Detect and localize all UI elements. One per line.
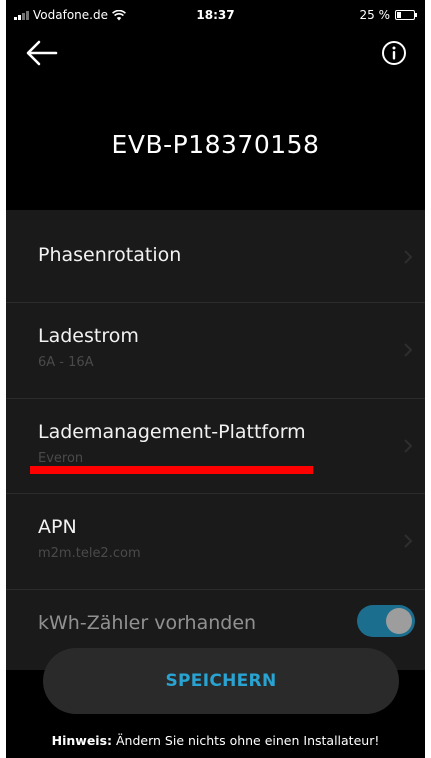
settings-item-phasenrotation[interactable]: Phasenrotation: [6, 210, 425, 303]
chevron-right-icon: [404, 534, 413, 548]
chevron-right-icon: [404, 250, 413, 264]
settings-item-label: Lademanagement-Plattform: [38, 421, 306, 443]
settings-item-ladestrom[interactable]: Ladestrom 6A - 16A: [6, 303, 425, 399]
battery-fill: [397, 12, 401, 18]
settings-item-label: Phasenrotation: [38, 244, 182, 266]
hint-message: Ändern Sie nichts ohne einen Installateu…: [112, 733, 380, 748]
app-screen: Vodafone.de 18:37 25 % EVB-P18370158 Pha…: [6, 0, 425, 758]
battery-percent: 25 %: [359, 8, 391, 22]
save-button[interactable]: SPEICHERN: [43, 648, 399, 714]
toggle-knob: [386, 608, 412, 634]
settings-item-label: APN: [38, 516, 77, 538]
page-title: EVB-P18370158: [111, 130, 320, 159]
settings-item-value: 6A - 16A: [38, 355, 94, 370]
settings-list: Phasenrotation Ladestrom 6A - 16A Ladema…: [6, 210, 425, 670]
status-bar: Vodafone.de 18:37 25 %: [6, 0, 425, 30]
status-right: 25 %: [359, 8, 417, 22]
red-annotation-line: [30, 466, 313, 474]
arrow-left-icon: [26, 40, 58, 66]
hint-text: Hinweis: Ändern Sie nichts ohne einen In…: [6, 733, 425, 748]
back-button[interactable]: [24, 38, 60, 68]
battery-icon: [395, 10, 417, 20]
settings-item-label: kWh-Zähler vorhanden: [38, 612, 257, 634]
info-button[interactable]: [381, 40, 407, 66]
chevron-right-icon: [404, 439, 413, 453]
chevron-right-icon: [404, 343, 413, 357]
header: EVB-P18370158: [6, 30, 425, 208]
settings-item-apn[interactable]: APN m2m.tele2.com: [6, 494, 425, 590]
settings-item-label: Ladestrom: [38, 325, 139, 347]
kwh-meter-toggle[interactable]: [357, 605, 415, 637]
settings-item-lademanagement-plattform[interactable]: Lademanagement-Plattform Everon: [6, 399, 425, 494]
info-circle-icon: [382, 41, 406, 65]
hint-prefix: Hinweis:: [51, 733, 113, 748]
settings-item-value: Everon: [38, 451, 84, 466]
settings-item-value: m2m.tele2.com: [38, 546, 141, 561]
